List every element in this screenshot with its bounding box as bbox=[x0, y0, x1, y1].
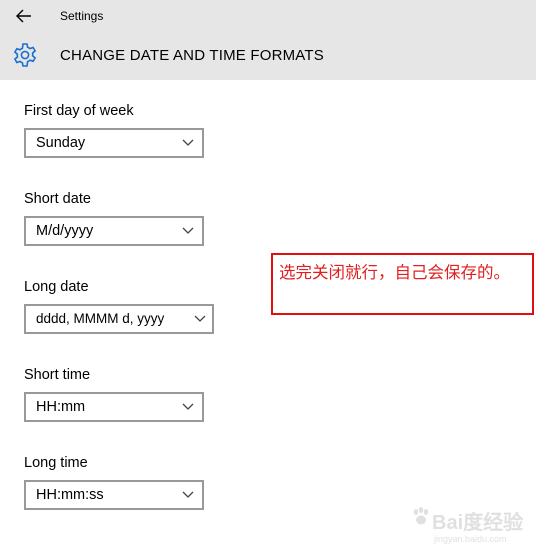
back-arrow-icon bbox=[16, 9, 31, 23]
watermark: Bai度经验 jingyan.baidu.com bbox=[410, 496, 530, 552]
short-date-value: M/d/yyyy bbox=[36, 223, 94, 239]
chevron-down-icon bbox=[182, 491, 194, 498]
chevron-down-icon bbox=[194, 315, 206, 322]
long-time-setting: Long time HH:mm:ss bbox=[24, 454, 204, 510]
paw-icon bbox=[413, 507, 429, 525]
first-day-of-week-value: Sunday bbox=[36, 135, 86, 151]
annotation-note: 选完关闭就行，自己会保存的。 bbox=[271, 253, 534, 315]
long-date-dropdown[interactable]: dddd, MMMM d, yyyy bbox=[24, 304, 214, 334]
first-day-of-week-dropdown[interactable]: Sunday bbox=[24, 128, 204, 158]
settings-window: Settings CHANGE DATE AND TIME FORMATS Fi… bbox=[0, 0, 536, 556]
short-time-dropdown[interactable]: HH:mm bbox=[24, 392, 204, 422]
short-time-value: HH:mm bbox=[36, 399, 86, 415]
short-time-setting: Short time HH:mm bbox=[24, 366, 204, 422]
chevron-down-icon bbox=[182, 227, 194, 234]
short-date-label: Short date bbox=[24, 191, 91, 207]
short-date-dropdown[interactable]: M/d/yyyy bbox=[24, 216, 204, 246]
watermark-text: Bai度经验 bbox=[432, 512, 524, 534]
header: Settings CHANGE DATE AND TIME FORMATS bbox=[0, 0, 536, 80]
long-time-dropdown[interactable]: HH:mm:ss bbox=[24, 480, 204, 510]
long-time-label: Long time bbox=[24, 455, 88, 471]
first-day-of-week-setting: First day of week Sunday bbox=[24, 102, 204, 158]
long-date-setting: Long date dddd, MMMM d, yyyy bbox=[24, 278, 214, 334]
app-title: Settings bbox=[60, 9, 104, 23]
short-date-setting: Short date M/d/yyyy bbox=[24, 190, 204, 246]
watermark-subtext: jingyan.baidu.com bbox=[434, 534, 507, 544]
long-date-value: dddd, MMMM d, yyyy bbox=[36, 311, 165, 326]
long-date-label: Long date bbox=[24, 279, 89, 295]
page-title: CHANGE DATE AND TIME FORMATS bbox=[60, 47, 324, 64]
back-button[interactable] bbox=[10, 4, 38, 28]
gear-icon bbox=[13, 43, 37, 67]
long-time-value: HH:mm:ss bbox=[36, 487, 104, 503]
chevron-down-icon bbox=[182, 403, 194, 410]
first-day-of-week-label: First day of week bbox=[24, 103, 134, 119]
chevron-down-icon bbox=[182, 139, 194, 146]
short-time-label: Short time bbox=[24, 367, 91, 383]
